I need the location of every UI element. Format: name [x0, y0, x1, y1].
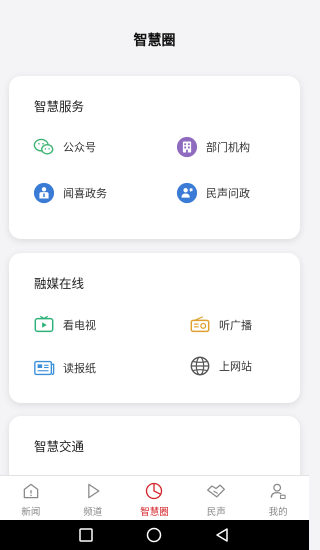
wechat-official-account-item[interactable]: 公众号 [33, 136, 96, 158]
newspaper-icon [34, 360, 55, 376]
item-label: 闻喜政务 [63, 187, 107, 200]
bottom-tab-bar: 新闻 频道 智慧圈 民声 我的 [0, 475, 309, 520]
tab-label: 新闻 [21, 507, 41, 518]
visit-website-item[interactable]: 上网站 [189, 355, 252, 377]
tab-smart-circle[interactable]: 智慧圈 [124, 476, 186, 521]
tab-label: 频道 [83, 507, 103, 518]
wenxi-government-item[interactable]: 闻喜政务 [33, 182, 107, 204]
item-label: 民声问政 [206, 187, 250, 200]
department-item[interactable]: 部门机构 [176, 136, 250, 158]
handshake-icon [207, 484, 226, 498]
top-bar: 智慧圈 [0, 0, 309, 72]
wechat-icon [33, 138, 54, 155]
section-title: 融媒在线 [34, 276, 85, 291]
government-icon [33, 182, 55, 204]
building-icon [176, 136, 198, 158]
tab-label: 智慧圈 [140, 507, 169, 518]
play-icon [87, 483, 100, 499]
listen-radio-item[interactable]: 听广播 [189, 314, 252, 336]
section-smart-services: 智慧服务 公众号 部门机构 闻喜政务 民声问政 [9, 76, 300, 239]
item-label: 读报纸 [63, 362, 96, 375]
section-media-online: 融媒在线 看电视 听广播 读报纸 上网站 [9, 253, 300, 403]
back-icon[interactable] [213, 526, 231, 544]
read-newspaper-item[interactable]: 读报纸 [33, 357, 96, 379]
globe-icon [190, 356, 210, 376]
item-label: 听广播 [219, 319, 252, 332]
tab-label: 我的 [268, 507, 288, 518]
section-title: 智慧交通 [34, 439, 85, 454]
tab-channel[interactable]: 频道 [62, 476, 124, 521]
home-icon[interactable] [145, 526, 163, 544]
citizen-voice-icon [176, 182, 198, 204]
item-label: 部门机构 [206, 141, 250, 154]
watch-tv-item[interactable]: 看电视 [33, 314, 96, 336]
tv-icon [34, 315, 54, 333]
pie-chart-icon [146, 482, 163, 500]
system-navigation-bar [0, 520, 309, 550]
item-label: 公众号 [63, 141, 96, 154]
recent-apps-icon[interactable] [77, 526, 95, 544]
news-icon [23, 483, 39, 499]
item-label: 看电视 [63, 319, 96, 332]
profile-icon [270, 483, 286, 500]
tab-mine[interactable]: 我的 [247, 476, 309, 521]
citizen-voice-item[interactable]: 民声问政 [176, 182, 250, 204]
radio-icon [190, 316, 210, 333]
page-title: 智慧圈 [133, 33, 176, 49]
section-title: 智慧服务 [34, 99, 85, 114]
tab-label: 民声 [206, 507, 226, 518]
tab-public-voice[interactable]: 民声 [185, 476, 247, 521]
item-label: 上网站 [219, 360, 252, 373]
tab-news[interactable]: 新闻 [0, 476, 62, 521]
